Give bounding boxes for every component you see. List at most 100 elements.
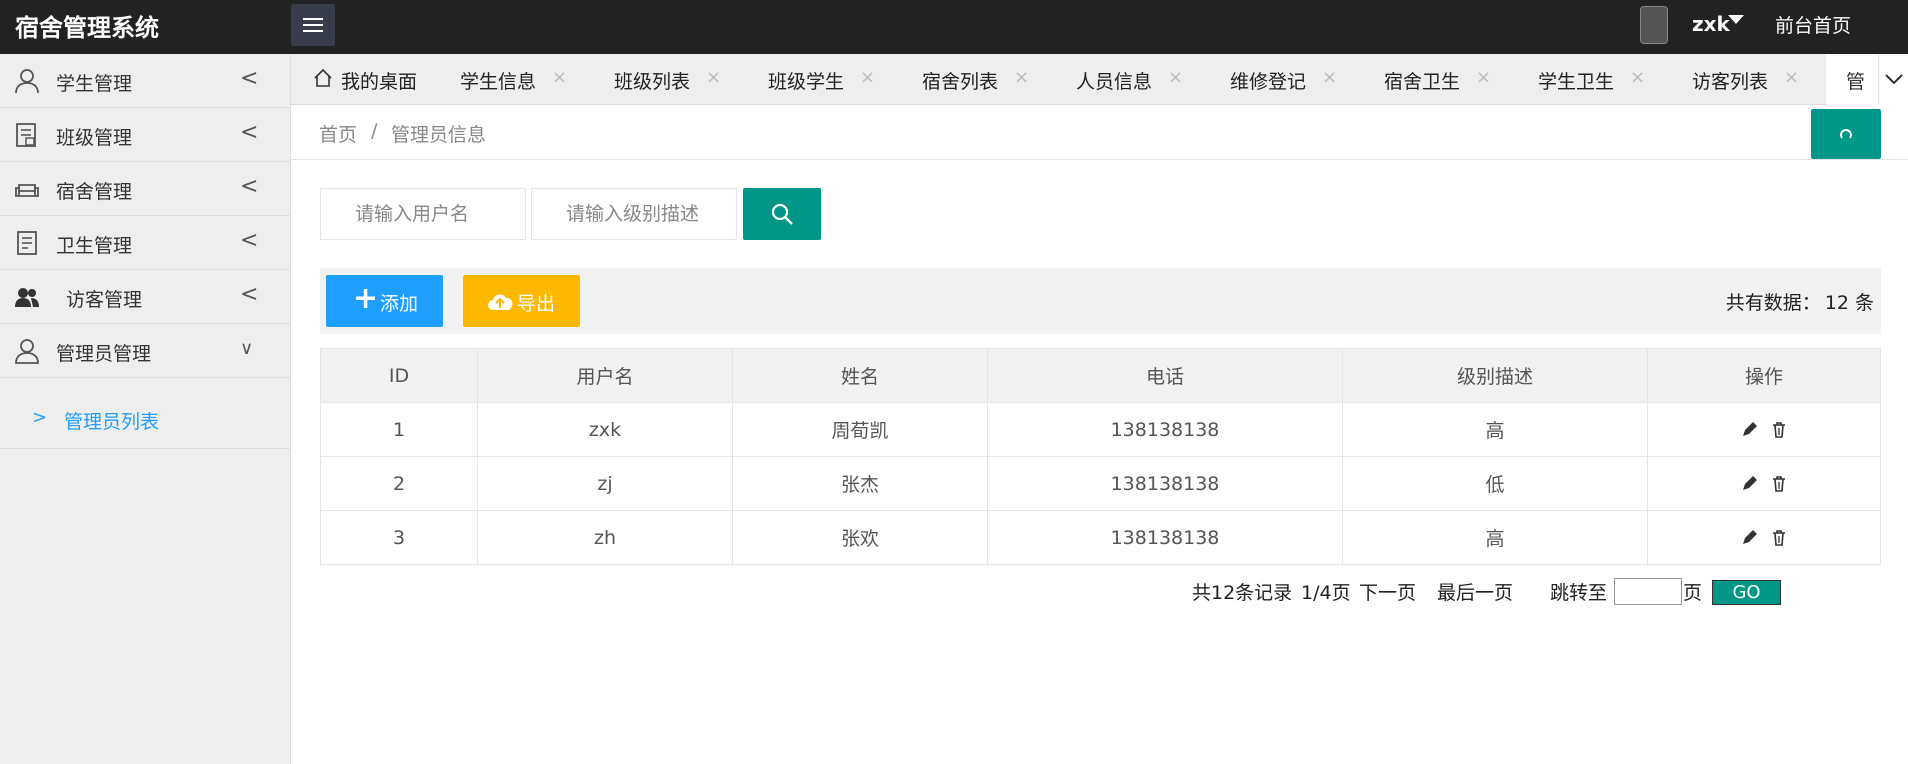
breadcrumb-separator: / xyxy=(371,120,378,142)
notebook-icon xyxy=(17,231,37,255)
cell-name: 张欢 xyxy=(732,510,988,565)
cell-actions xyxy=(1647,402,1881,457)
add-button[interactable]: + 添加 xyxy=(326,275,443,327)
sidebar-item-label: 宿舍管理 xyxy=(56,181,133,203)
tab-label: 宿舍列表 xyxy=(922,71,999,93)
chevron-down-icon: ∨ xyxy=(240,338,254,359)
cell-username: zxk xyxy=(477,402,733,457)
cell-username: zh xyxy=(477,510,733,565)
cell-id: 1 xyxy=(320,402,478,457)
cell-level: 高 xyxy=(1342,510,1648,565)
tab-label: 人员信息 xyxy=(1076,71,1153,93)
cell-phone: 138138138 xyxy=(987,510,1343,565)
sidebar-item-label: 卫生管理 xyxy=(56,235,133,257)
close-icon[interactable]: × xyxy=(1476,67,1491,88)
sidebar-item-label: 学生管理 xyxy=(56,73,133,95)
username-search-input[interactable] xyxy=(320,188,526,240)
chevron-left-icon: < xyxy=(240,282,259,307)
edit-icon[interactable] xyxy=(1740,421,1758,439)
front-home-link[interactable]: 前台首页 xyxy=(1775,11,1851,38)
tab-more-button[interactable] xyxy=(1878,54,1908,105)
sidebar-subitem-label: 管理员列表 xyxy=(64,411,160,433)
menu-icon-line xyxy=(303,30,323,32)
pagination-next[interactable]: 下一页 xyxy=(1359,578,1416,605)
home-icon xyxy=(314,68,332,87)
cell-phone: 138138138 xyxy=(987,402,1343,457)
edit-icon[interactable] xyxy=(1740,475,1758,493)
sofa-icon xyxy=(15,184,39,197)
avatar[interactable] xyxy=(1640,6,1668,44)
cell-actions xyxy=(1647,456,1881,511)
total-count: 共有数据： 12 条 xyxy=(1722,288,1874,315)
breadcrumb-current: 管理员信息 xyxy=(391,124,487,146)
close-icon[interactable]: × xyxy=(552,67,567,88)
sidebar-subitem-admin-list[interactable]: > 管理员列表 xyxy=(0,391,291,449)
user-name[interactable]: zxk xyxy=(1692,12,1730,36)
sidebar-item-label: 班级管理 xyxy=(56,127,133,149)
tab-label: 访客列表 xyxy=(1692,71,1769,93)
admin-table: ID 用户名 姓名 电话 级别描述 操作 1 zxk 周荀凯 138138138… xyxy=(320,348,1881,565)
page-jump-input[interactable] xyxy=(1614,578,1682,605)
delete-icon[interactable] xyxy=(1770,475,1788,493)
cell-phone: 138138138 xyxy=(987,456,1343,511)
sidebar-item-label: 访客管理 xyxy=(66,289,143,311)
pagination-last[interactable]: 最后一页 xyxy=(1437,578,1513,605)
cell-name: 周荀凯 xyxy=(732,402,988,457)
close-icon[interactable]: × xyxy=(1014,67,1029,88)
refresh-button[interactable] xyxy=(1811,109,1881,159)
delete-icon[interactable] xyxy=(1770,421,1788,439)
close-icon[interactable]: × xyxy=(1168,67,1183,88)
search-icon xyxy=(771,203,793,225)
pagination-page-unit: 页 xyxy=(1683,582,1703,604)
sidebar-item-visitor[interactable]: 访客管理 < xyxy=(0,270,291,324)
cell-username: zj xyxy=(477,456,733,511)
sidebar-item-class[interactable]: 班级管理 < xyxy=(0,108,291,162)
close-icon[interactable]: × xyxy=(706,67,721,88)
tab-label: 维修登记 xyxy=(1230,71,1307,93)
tab-label: 宿舍卫生 xyxy=(1384,71,1461,93)
caret-down-icon[interactable] xyxy=(1728,15,1744,24)
column-header-name: 姓名 xyxy=(732,348,988,403)
total-value: 12 条 xyxy=(1824,292,1874,314)
sidebar-item-admin[interactable]: 管理员管理 ∨ xyxy=(0,324,291,378)
sidebar-item-hygiene[interactable]: 卫生管理 < xyxy=(0,216,291,270)
cell-actions xyxy=(1647,510,1881,565)
cell-level: 低 xyxy=(1342,456,1648,511)
admin-user-icon xyxy=(15,339,39,364)
chevron-left-icon: < xyxy=(240,120,259,145)
cloud-upload-icon xyxy=(488,294,513,310)
sidebar: 学生管理 < 班级管理 < 宿舍管理 < 卫生管理 < 访客管理 < 管理员管理… xyxy=(0,54,291,764)
breadcrumb-home[interactable]: 首页 xyxy=(319,120,357,147)
column-header-actions: 操作 xyxy=(1647,348,1881,403)
go-button[interactable]: GO xyxy=(1712,580,1781,605)
tab-admin-info[interactable]: 管 xyxy=(1826,54,1886,105)
document-icon xyxy=(16,123,36,147)
close-icon[interactable]: × xyxy=(1630,67,1645,88)
chevron-left-icon: < xyxy=(240,66,259,91)
tab-label: 我的桌面 xyxy=(341,71,418,93)
refresh-icon xyxy=(1840,129,1852,139)
column-header-level: 级别描述 xyxy=(1342,348,1648,403)
cell-id: 2 xyxy=(320,456,478,511)
tab-bar: 我的桌面 学生信息 × 班级列表 × 班级学生 × 宿舍列表 × 人员信息 × … xyxy=(291,54,1908,105)
chevron-left-icon: < xyxy=(240,228,259,253)
sidebar-item-student[interactable]: 学生管理 < xyxy=(0,54,291,108)
chevron-right-icon: > xyxy=(32,407,48,428)
table-row: 3 zh 张欢 138138138 高 xyxy=(320,510,1881,565)
close-icon[interactable]: × xyxy=(1784,67,1799,88)
tab-label: 管 xyxy=(1846,71,1866,93)
level-search-input[interactable] xyxy=(531,188,737,240)
close-icon[interactable]: × xyxy=(860,67,875,88)
tab-label: 班级列表 xyxy=(614,71,691,93)
delete-icon[interactable] xyxy=(1770,529,1788,547)
close-icon[interactable]: × xyxy=(1322,67,1337,88)
users-icon xyxy=(15,288,39,307)
edit-icon[interactable] xyxy=(1740,529,1758,547)
menu-toggle-button[interactable] xyxy=(291,4,335,46)
pagination-jump-label: 跳转至 xyxy=(1550,582,1608,604)
breadcrumb: 首页 / 管理员信息 xyxy=(291,105,1908,160)
export-button[interactable]: 导出 xyxy=(463,275,580,327)
search-button[interactable] xyxy=(743,188,821,240)
tab-label: 班级学生 xyxy=(768,71,845,93)
sidebar-item-dorm[interactable]: 宿舍管理 < xyxy=(0,162,291,216)
